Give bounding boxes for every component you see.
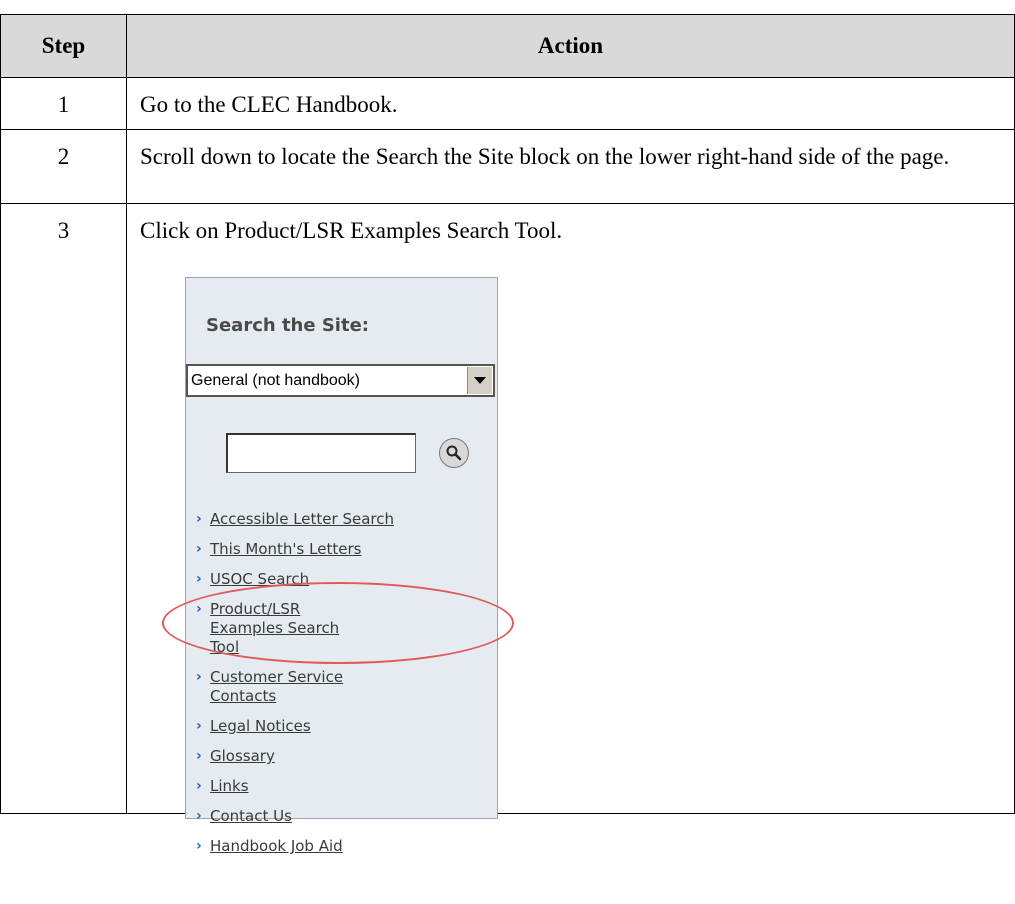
chevron-right-icon: ›: [196, 718, 202, 734]
step-number: 1: [0, 77, 127, 130]
step-number: 3: [0, 203, 127, 814]
list-item[interactable]: › Handbook Job Aid: [194, 837, 394, 856]
table-row: 2 Scroll down to locate the Search the S…: [0, 129, 1015, 204]
list-item[interactable]: › Customer Service Contacts: [194, 668, 370, 706]
list-item[interactable]: › Contact Us: [194, 807, 394, 826]
list-item[interactable]: › Legal Notices: [194, 717, 394, 736]
link-contact-us[interactable]: Contact Us: [210, 807, 292, 825]
chevron-right-icon: ›: [196, 541, 202, 557]
step-action: Go to the CLEC Handbook.: [126, 77, 1015, 130]
chevron-right-icon: ›: [196, 778, 202, 794]
table-row: 1 Go to the CLEC Handbook.: [0, 77, 1015, 130]
link-legal-notices[interactable]: Legal Notices: [210, 717, 311, 735]
search-scope-value: General (not handbook): [191, 372, 360, 389]
header-step: Step: [0, 14, 127, 78]
link-links[interactable]: Links: [210, 777, 249, 795]
search-input[interactable]: [226, 433, 416, 473]
chevron-right-icon: ›: [196, 838, 202, 854]
list-item[interactable]: › Links: [194, 777, 394, 796]
header-row: Step Action: [0, 14, 1015, 78]
list-item[interactable]: › Glossary: [194, 747, 394, 766]
chevron-right-icon: ›: [196, 571, 202, 587]
panel-title: Search the Site:: [206, 315, 369, 336]
link-customer-service-contacts[interactable]: Customer Service Contacts: [210, 668, 343, 705]
search-icon: [446, 445, 462, 461]
list-item[interactable]: › Accessible Letter Search: [194, 510, 394, 529]
link-list: › Accessible Letter Search › This Month's …: [194, 510, 394, 856]
chevron-right-icon: ›: [196, 748, 202, 764]
highlight-ellipse: [162, 582, 514, 664]
chevron-right-icon: ›: [196, 511, 202, 527]
chevron-right-icon: ›: [196, 669, 202, 685]
step-number: 2: [0, 129, 127, 204]
search-the-site-panel: Search the Site: General (not handbook) …: [185, 277, 498, 855]
link-this-months-letters[interactable]: This Month's Letters: [210, 540, 361, 558]
link-handbook-job-aid[interactable]: Handbook Job Aid: [210, 837, 343, 855]
search-scope-select[interactable]: General (not handbook): [186, 364, 495, 397]
chevron-down-icon[interactable]: [467, 367, 492, 394]
steps-table: Step Action 1 Go to the CLEC Handbook. 2…: [0, 14, 1015, 814]
table-row: 3 Click on Product/LSR Examples Search T…: [0, 203, 1015, 814]
search-button[interactable]: [439, 438, 469, 468]
link-glossary[interactable]: Glossary: [210, 747, 275, 765]
list-item[interactable]: › This Month's Letters: [194, 540, 394, 559]
step-action: Scroll down to locate the Search the Sit…: [126, 129, 1015, 204]
link-accessible-letter-search[interactable]: Accessible Letter Search: [210, 510, 394, 528]
chevron-right-icon: ›: [196, 808, 202, 824]
header-action: Action: [126, 14, 1015, 78]
